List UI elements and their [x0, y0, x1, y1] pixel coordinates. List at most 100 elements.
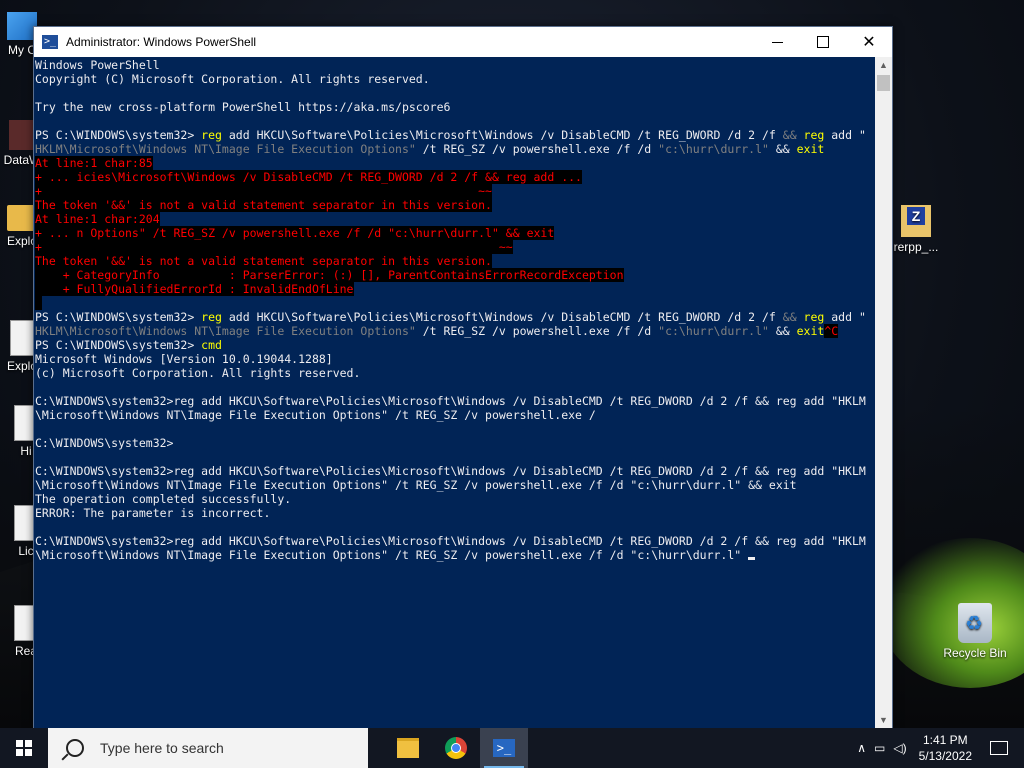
- minimize-button[interactable]: [754, 27, 800, 57]
- console-text: /t REG_SZ /v powershell.exe /f /d: [415, 142, 659, 156]
- console-line: Try the new cross-platform PowerShell ht…: [35, 100, 874, 114]
- desktop-icon-label: Hi: [20, 444, 32, 458]
- vertical-scrollbar[interactable]: ▲ ▼: [875, 57, 892, 729]
- desktop-icon-label: My C: [8, 43, 36, 57]
- console-text: \Microsoft\Windows NT\Image File Executi…: [35, 408, 596, 422]
- chrome-taskbar-button[interactable]: [432, 728, 480, 768]
- console-text: C:\WINDOWS\system32>: [35, 436, 174, 450]
- recycle-bin-icon[interactable]: Recycle Bin: [940, 603, 1010, 660]
- console-line: + ... n Options" /t REG_SZ /v powershell…: [35, 226, 874, 240]
- console-text: exit: [796, 142, 825, 156]
- console-line: PS C:\WINDOWS\system32> reg add HKCU\Sof…: [35, 310, 874, 324]
- console-text: ERROR: The parameter is incorrect.: [35, 506, 271, 520]
- folder-icon: [397, 738, 419, 758]
- console-text: &&: [782, 310, 797, 324]
- console-text: Microsoft Windows [Version 10.0.19044.12…: [35, 352, 333, 366]
- console-line: The token '&&' is not a valid statement …: [35, 254, 874, 268]
- powershell-icon: >_: [42, 35, 58, 49]
- scroll-up-icon[interactable]: ▲: [875, 57, 892, 74]
- console-text: add ": [824, 128, 866, 142]
- console-text: PS C:\WINDOWS\system32>: [35, 310, 202, 324]
- clock-date: 5/13/2022: [918, 749, 972, 763]
- console-line: Microsoft Windows [Version 10.0.19044.12…: [35, 352, 874, 366]
- scroll-down-icon[interactable]: ▼: [875, 712, 892, 729]
- notification-icon[interactable]: [990, 741, 1008, 755]
- file-explorer-taskbar-button[interactable]: [384, 728, 432, 768]
- console-text: + CategoryInfo : ParserError: (:) [], Pa…: [35, 268, 624, 282]
- maximize-icon: [817, 36, 829, 48]
- powershell-icon: >_: [493, 739, 515, 757]
- console-text: exit: [796, 324, 825, 338]
- console-line: HKLM\Microsoft\Windows NT\Image File Exe…: [35, 142, 874, 156]
- search-icon: [66, 739, 84, 757]
- console-text: At line:1 char:204: [35, 212, 160, 226]
- console-text: PS C:\WINDOWS\system32>: [35, 128, 202, 142]
- console-text: PS C:\WINDOWS\system32>: [35, 338, 202, 352]
- clock[interactable]: 1:41 PM 5/13/2022: [919, 732, 972, 764]
- close-button[interactable]: ✕: [846, 27, 892, 57]
- console-text: /t REG_SZ /v powershell.exe /f /d: [415, 324, 659, 338]
- console-text: + ~~: [35, 184, 492, 198]
- clock-time: 1:41 PM: [922, 733, 968, 747]
- console-text: Windows PowerShell: [35, 58, 160, 72]
- windows-logo-icon: [16, 740, 32, 756]
- console-line: At line:1 char:85: [35, 156, 874, 170]
- console-text: reg: [201, 128, 222, 142]
- console-text: &&: [768, 324, 797, 338]
- powershell-taskbar-button[interactable]: >_: [480, 728, 528, 768]
- console-text: add ": [824, 310, 866, 324]
- console-text: "c:\hurr\durr.l": [658, 142, 769, 156]
- title-bar[interactable]: >_ Administrator: Windows PowerShell ✕: [34, 27, 892, 57]
- app-icon: [9, 120, 35, 150]
- desktop-icon-label: rerpp_...: [893, 240, 939, 254]
- scroll-thumb[interactable]: [877, 75, 890, 91]
- chrome-icon: [445, 737, 467, 759]
- console-text: reg: [796, 128, 825, 142]
- console-text: "c:\hurr\durr.l": [658, 324, 769, 338]
- trash-icon: [958, 603, 992, 643]
- console-line: PS C:\WINDOWS\system32> reg add HKCU\Sof…: [35, 128, 874, 142]
- console-text: \Microsoft\Windows NT\Image File Executi…: [35, 478, 797, 492]
- console-line: Copyright (C) Microsoft Corporation. All…: [35, 72, 874, 86]
- console-output[interactable]: Windows PowerShell Copyright (C) Microsof…: [34, 57, 874, 729]
- desktop-icon-label: Recycle Bin: [943, 646, 1007, 660]
- console-text: The token '&&' is not a valid statement …: [35, 254, 492, 268]
- console-line: \Microsoft\Windows NT\Image File Executi…: [35, 478, 874, 492]
- search-box[interactable]: Type here to search: [48, 728, 368, 768]
- text-cursor: [748, 557, 756, 560]
- console-text: The token '&&' is not a valid statement …: [35, 198, 492, 212]
- console-text: reg: [796, 310, 825, 324]
- console-text: C:\WINDOWS\system32>reg add HKCU\Softwar…: [35, 394, 866, 408]
- close-icon: ✕: [862, 34, 876, 51]
- console-line: + ~~: [35, 240, 874, 254]
- console-line: [35, 296, 874, 310]
- console-text: reg: [201, 310, 222, 324]
- console-text: &&: [768, 142, 797, 156]
- volume-icon[interactable]: ◁): [893, 741, 906, 755]
- console-text: The operation completed successfully.: [35, 492, 292, 506]
- maximize-button[interactable]: [800, 27, 846, 57]
- console-text: add HKCU\Software\Policies\Microsoft\Win…: [221, 128, 783, 142]
- window-title: Administrator: Windows PowerShell: [66, 35, 257, 49]
- console-text: (c) Microsoft Corporation. All rights re…: [35, 366, 361, 380]
- document-icon: [10, 320, 34, 356]
- console-line: The operation completed successfully.: [35, 492, 874, 506]
- console-text: + ... icies\Microsoft\Windows /v Disable…: [35, 170, 582, 184]
- powershell-window[interactable]: >_ Administrator: Windows PowerShell ✕ W…: [33, 26, 893, 730]
- console-line: + FullyQualifiedErrorId : InvalidEndOfLi…: [35, 282, 874, 296]
- console-line: + CategoryInfo : ParserError: (:) [], Pa…: [35, 268, 874, 282]
- console-text: Copyright (C) Microsoft Corporation. All…: [35, 72, 430, 86]
- minimize-icon: [771, 41, 783, 43]
- console-text: &&: [782, 128, 797, 142]
- console-line: C:\WINDOWS\system32>: [35, 436, 874, 450]
- start-button[interactable]: [0, 728, 48, 768]
- network-icon[interactable]: ▭: [874, 741, 885, 755]
- rerpp-icon[interactable]: Z rerpp_...: [886, 205, 946, 254]
- search-placeholder: Type here to search: [100, 740, 224, 756]
- console-text: [35, 296, 42, 310]
- chevron-up-icon[interactable]: ∧: [857, 741, 866, 755]
